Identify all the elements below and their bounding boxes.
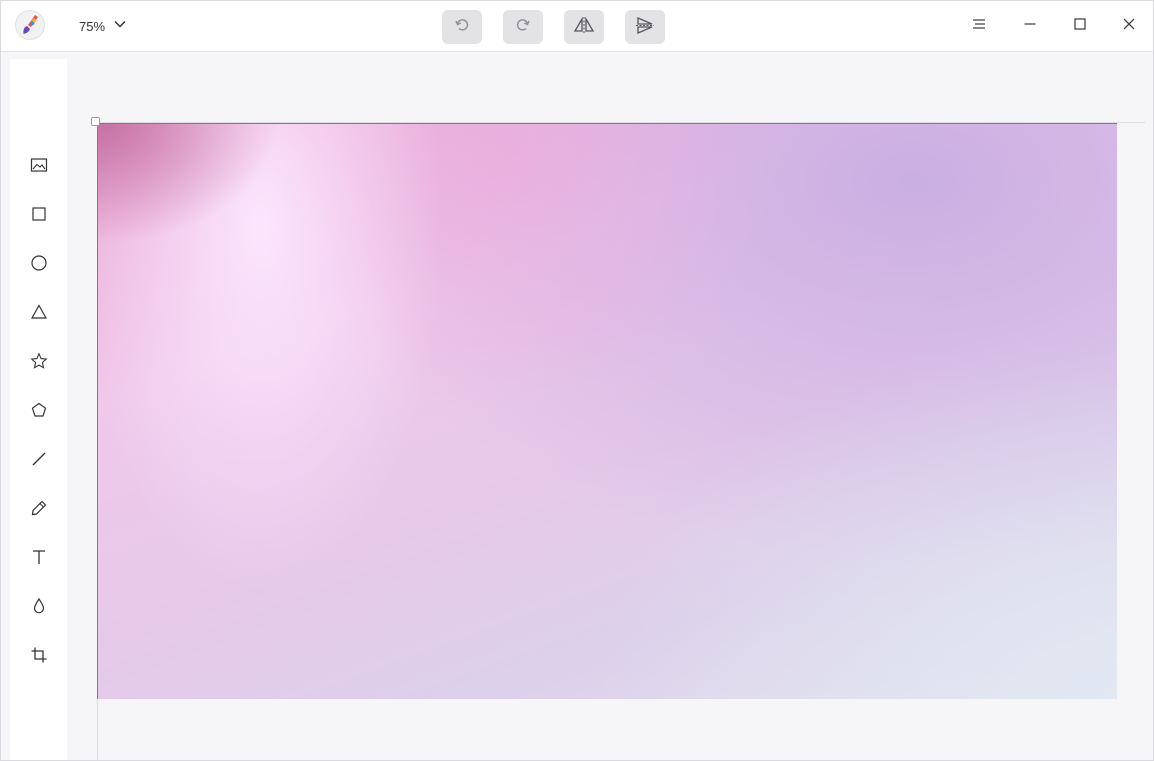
flip-horizontal-icon xyxy=(573,16,595,39)
flip-vertical-button[interactable] xyxy=(625,10,665,44)
redo-icon xyxy=(514,16,532,39)
close-icon xyxy=(1122,17,1136,36)
tool-line[interactable] xyxy=(22,444,56,478)
circle-icon xyxy=(30,254,48,277)
resize-handle[interactable] xyxy=(91,117,100,126)
flip-horizontal-button[interactable] xyxy=(564,10,604,44)
maximize-icon xyxy=(1073,17,1087,36)
redo-button[interactable] xyxy=(503,10,543,44)
title-bar: 75% xyxy=(1,1,1153,52)
tool-polygon[interactable] xyxy=(22,395,56,429)
tool-rectangle[interactable] xyxy=(22,199,56,233)
tool-panel xyxy=(10,59,67,760)
undo-button[interactable] xyxy=(442,10,482,44)
tool-ellipse[interactable] xyxy=(22,248,56,282)
rectangle-icon xyxy=(30,205,48,228)
tool-crop[interactable] xyxy=(22,640,56,674)
tool-triangle[interactable] xyxy=(22,297,56,331)
minimize-button[interactable] xyxy=(1015,11,1045,41)
hamburger-menu-icon xyxy=(972,17,986,36)
pentagon-icon xyxy=(30,401,48,424)
tool-star[interactable] xyxy=(22,346,56,380)
pencil-icon xyxy=(30,499,48,522)
main-menu-button[interactable] xyxy=(964,11,994,41)
chevron-down-icon xyxy=(111,17,127,36)
image-canvas[interactable] xyxy=(97,123,1117,699)
tool-image[interactable] xyxy=(22,150,56,184)
tool-pencil[interactable] xyxy=(22,493,56,527)
line-icon xyxy=(30,450,48,473)
zoom-dropdown[interactable]: 75% xyxy=(73,14,127,38)
tool-text[interactable] xyxy=(22,542,56,576)
text-icon xyxy=(30,548,48,571)
paintbrush-icon xyxy=(15,10,45,40)
maximize-button[interactable] xyxy=(1065,11,1095,41)
image-icon xyxy=(30,156,48,179)
flip-vertical-icon xyxy=(635,16,655,39)
triangle-icon xyxy=(30,303,48,326)
tool-blur[interactable] xyxy=(22,591,56,625)
crop-icon xyxy=(30,646,48,669)
droplet-icon xyxy=(30,597,48,620)
minimize-icon xyxy=(1023,17,1037,36)
zoom-level: 75% xyxy=(78,18,106,34)
app-window: 75% xyxy=(0,0,1154,761)
close-button[interactable] xyxy=(1114,11,1144,41)
star-icon xyxy=(30,351,48,375)
undo-icon xyxy=(453,16,471,39)
